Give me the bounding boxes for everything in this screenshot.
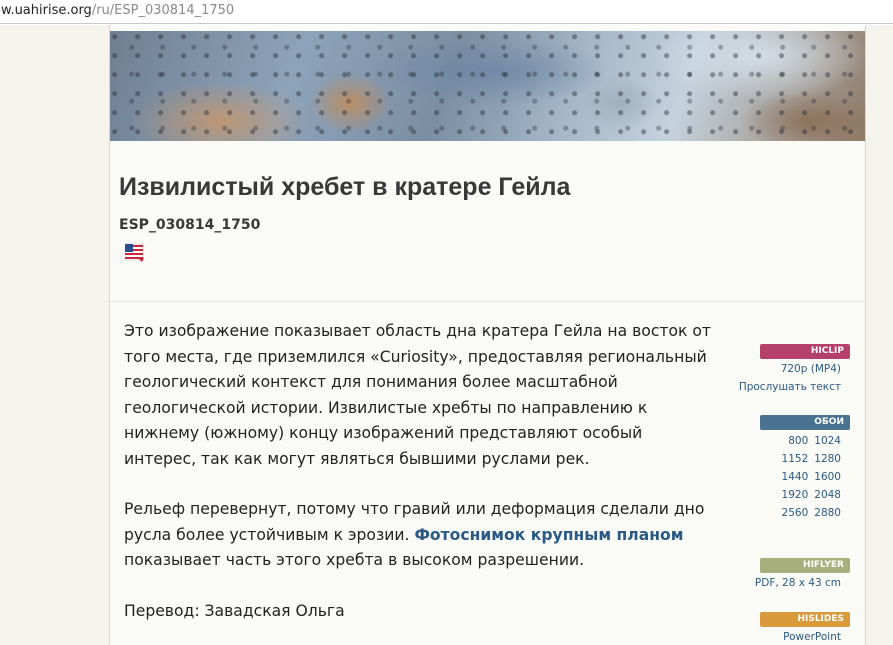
page-title: Извилистый хребет в кратере Гейла bbox=[119, 173, 571, 201]
wallpaper-2880-link[interactable]: 2880 bbox=[814, 507, 841, 519]
hislides-badge: HISLIDES bbox=[760, 612, 850, 627]
us-flag-icon[interactable] bbox=[125, 243, 145, 263]
hiflyer-pdf-link[interactable]: PDF, 28 x 43 cm bbox=[755, 577, 841, 589]
wallpapers-badge: ОБОИ bbox=[760, 415, 850, 430]
translator-credit: Перевод: Завадская Ольга bbox=[124, 601, 345, 620]
address-bar[interactable]: w.uahirise.org/ru/ESP_030814_1750 bbox=[0, 0, 893, 24]
address-host: w.uahirise.org bbox=[1, 3, 92, 18]
closeup-photo-link[interactable]: Фотоснимок крупным планом bbox=[414, 526, 683, 544]
listen-text-link[interactable]: Прослушать текст bbox=[739, 381, 841, 393]
wallpaper-800-link[interactable]: 800 bbox=[788, 435, 808, 447]
wallpaper-1152-link[interactable]: 1152 bbox=[782, 453, 809, 465]
hiflyer-badge: HIFLYER bbox=[760, 558, 850, 573]
wallpaper-row: 1152 1280 bbox=[721, 453, 841, 465]
wallpaper-row: 800 1024 bbox=[721, 435, 841, 447]
address-path: /ru/ESP_030814_1750 bbox=[91, 3, 235, 18]
article-body: Это изображение показывает область дна к… bbox=[124, 319, 719, 645]
wallpaper-1440-link[interactable]: 1440 bbox=[782, 471, 809, 483]
wallpaper-1280-link[interactable]: 1280 bbox=[814, 453, 841, 465]
wallpaper-1600-link[interactable]: 1600 bbox=[814, 471, 841, 483]
hislides-powerpoint-link[interactable]: PowerPoint bbox=[783, 631, 841, 643]
image-id: ESP_030814_1750 bbox=[119, 217, 261, 233]
wallpaper-1024-link[interactable]: 1024 bbox=[814, 435, 841, 447]
paragraph-2: Рельеф перевернут, потому что гравий или… bbox=[124, 500, 705, 569]
sidebar: HICLIP 720p (MP4) Прослушать текст ОБОИ … bbox=[739, 25, 850, 645]
wallpaper-2560-link[interactable]: 2560 bbox=[782, 507, 809, 519]
hiclip-badge: HICLIP bbox=[760, 344, 850, 359]
wallpaper-2048-link[interactable]: 2048 bbox=[814, 489, 841, 501]
wallpaper-1920-link[interactable]: 1920 bbox=[782, 489, 809, 501]
hiclip-mp4-link[interactable]: 720p (MP4) bbox=[781, 363, 841, 375]
wallpaper-row: 1440 1600 bbox=[721, 471, 841, 483]
wallpaper-row: 2560 2880 bbox=[721, 507, 841, 519]
paragraph-1: Это изображение показывает область дна к… bbox=[124, 322, 712, 468]
wallpaper-row: 1920 2048 bbox=[721, 489, 841, 501]
